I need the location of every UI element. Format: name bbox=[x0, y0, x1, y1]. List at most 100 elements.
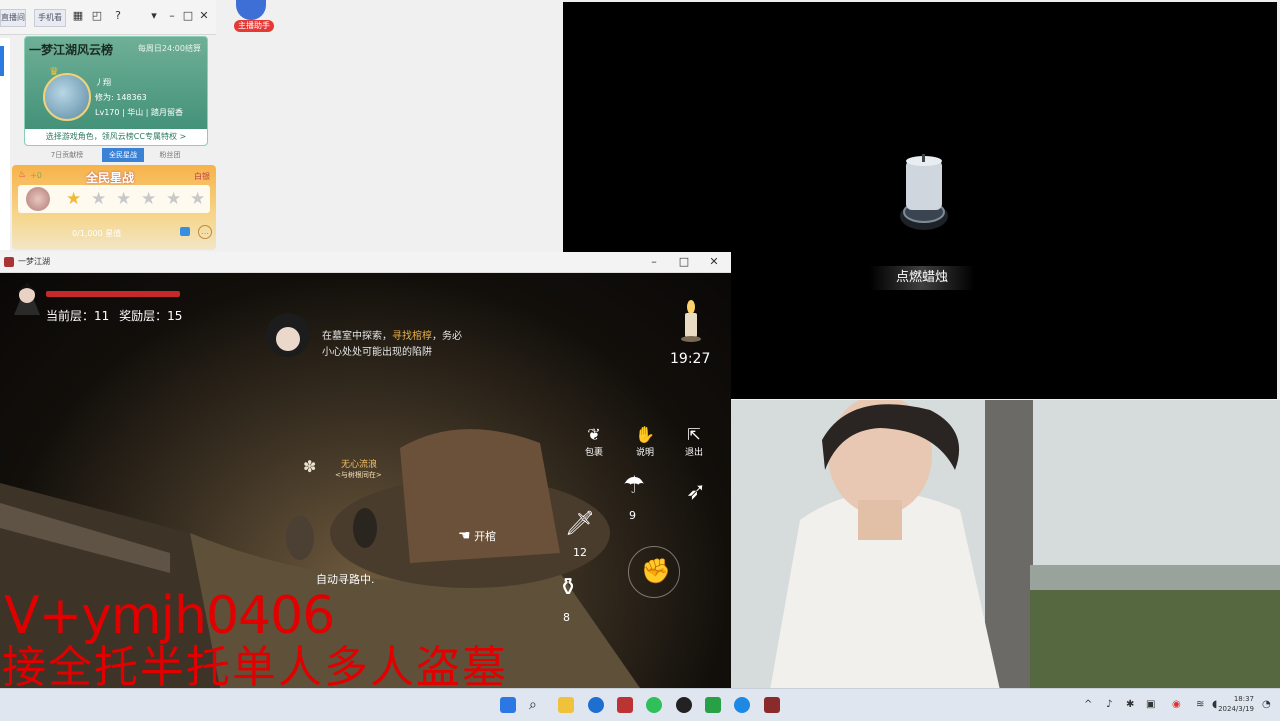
star-battle-title: 全民星战 bbox=[86, 171, 135, 185]
clock-time: 18:37 bbox=[1233, 695, 1254, 703]
cloud-rank-card[interactable]: 一梦江湖风云榜 每周日24:00结算 ♛ 丿翔 修为: 148363 Lv170… bbox=[24, 36, 208, 146]
assistant-label: 主播助手 bbox=[234, 20, 274, 32]
avatar bbox=[43, 73, 91, 121]
tray-app-icon[interactable]: ▣ bbox=[1146, 699, 1155, 710]
player-name: 丿翔 bbox=[95, 78, 111, 87]
rank-tabs: 7日贡献榜 全民星战 粉丝团 bbox=[40, 148, 190, 162]
reward-floor: 奖励层：15 bbox=[119, 309, 183, 323]
hint-suffix: ，务必 bbox=[432, 331, 462, 342]
open-coffin-prompt[interactable]: ☚ 开棺 bbox=[458, 528, 496, 544]
bag-button[interactable]: ❦ 包裹 bbox=[574, 425, 614, 458]
exit-icon: ⇱ bbox=[687, 425, 701, 444]
game-taskbar-icon[interactable] bbox=[617, 697, 633, 713]
close-icon[interactable]: ✕ bbox=[198, 10, 210, 22]
file-explorer-icon[interactable] bbox=[558, 697, 574, 713]
player-guild-sub: <与树根同在> bbox=[335, 471, 382, 479]
assistant-mascot-icon bbox=[236, 0, 266, 20]
antivirus-icon[interactable]: ◉ bbox=[1172, 699, 1181, 710]
kick-skill-button[interactable]: ➶ bbox=[676, 477, 716, 505]
game-titlebar: 一梦江湖 – □ ✕ bbox=[0, 252, 731, 273]
dagger-icon: 🗡 bbox=[564, 509, 596, 537]
current-floor: 当前层：11 bbox=[46, 309, 110, 323]
star-icon: ★ bbox=[116, 189, 132, 209]
select-role-link[interactable]: 选择游戏角色，领风云榜CC专属特权 > bbox=[25, 129, 207, 145]
minimize-icon[interactable]: – bbox=[646, 254, 662, 270]
bag-icon: ❦ bbox=[587, 425, 601, 444]
tab-live-room[interactable]: 直播间 bbox=[0, 9, 26, 27]
star-icon: ★ bbox=[166, 189, 182, 209]
wifi-icon[interactable]: ≋ bbox=[1196, 699, 1204, 710]
game-taskbar-icon-active[interactable] bbox=[764, 697, 780, 713]
attack-button[interactable]: ✊ bbox=[628, 546, 680, 598]
npc-avatar-icon bbox=[266, 313, 310, 357]
watermark-line1: V+ymjh0406 bbox=[4, 586, 335, 646]
countdown-timer: 19:27 bbox=[670, 351, 711, 367]
maximize-icon[interactable]: □ bbox=[182, 10, 194, 22]
open-coffin-label: 开棺 bbox=[474, 530, 497, 543]
bag-label: 包裹 bbox=[584, 448, 603, 458]
hint-highlight: 寻找棺椁 bbox=[392, 331, 432, 342]
volume-icon[interactable]: ◖ bbox=[1212, 699, 1217, 710]
candle-icon[interactable] bbox=[896, 152, 952, 238]
chat-icon[interactable] bbox=[180, 227, 190, 236]
window-icon[interactable]: ◰ bbox=[91, 10, 103, 22]
grid-icon[interactable]: ▦ bbox=[72, 10, 84, 22]
tab-star-battle[interactable]: 全民星战 bbox=[102, 148, 144, 162]
game-app-icon bbox=[4, 257, 14, 267]
tier-label: 白银 bbox=[194, 172, 210, 181]
rank-schedule: 每周日24:00结算 bbox=[137, 44, 201, 53]
player-nameplate: ✽ 无心流浪 <与树根同在> bbox=[303, 455, 399, 483]
maximize-icon[interactable]: □ bbox=[676, 254, 692, 270]
selection-indicator bbox=[0, 46, 4, 76]
player-level: Lv170 | 华山 | 踏月留香 bbox=[95, 108, 184, 117]
minimize-icon[interactable]: – bbox=[166, 10, 178, 22]
search-icon[interactable]: ⌕ bbox=[529, 697, 545, 713]
star-row: ★ ★ ★ ★ ★ ★ bbox=[18, 185, 210, 213]
flame-icon: ♨ bbox=[18, 170, 27, 180]
star-icon: ★ bbox=[66, 189, 82, 209]
health-bar bbox=[46, 291, 180, 297]
notification-icon[interactable]: ◔ bbox=[1262, 699, 1271, 710]
gourd-icon: ⚱ bbox=[557, 573, 579, 601]
avatar bbox=[26, 187, 50, 211]
app-green-icon[interactable] bbox=[646, 697, 662, 713]
system-tray: ^ ♪ ✱ ▣ ◉ ≋ ◖ 18:37 2024/3/19 ◔ bbox=[1080, 689, 1280, 721]
app-chat-icon[interactable] bbox=[705, 697, 721, 713]
gourd-item-button[interactable]: ⚱ bbox=[548, 573, 588, 601]
network-icon[interactable]: ✱ bbox=[1126, 699, 1134, 710]
player-guild-name: 无心流浪 bbox=[341, 460, 378, 470]
more-icon[interactable]: … bbox=[198, 225, 212, 239]
tab-mobile-view[interactable]: 手机看 bbox=[34, 9, 66, 27]
star-progress-text: 0/1,000 星值 bbox=[72, 229, 122, 238]
gourd-count: 8 bbox=[563, 611, 570, 624]
clock[interactable]: 18:37 2024/3/19 bbox=[1218, 694, 1254, 714]
kick-icon: ➶ bbox=[685, 477, 707, 505]
tab-fan-club[interactable]: 粉丝团 bbox=[150, 148, 190, 162]
close-icon[interactable]: ✕ bbox=[706, 254, 722, 270]
light-candle-button[interactable]: 点燃蜡烛 bbox=[870, 266, 974, 290]
info-button[interactable]: ✋ 说明 bbox=[625, 425, 665, 458]
app-dark-icon[interactable] bbox=[676, 697, 692, 713]
quest-hint-line1: 在墓室中探索，寻找棺椁，务必 bbox=[322, 327, 462, 342]
tab-7day-contribution[interactable]: 7日贡献榜 bbox=[40, 148, 94, 162]
exit-button[interactable]: ⇱ 退出 bbox=[674, 425, 714, 458]
umbrella-icon: ☂ bbox=[623, 471, 645, 499]
start-icon[interactable] bbox=[500, 697, 516, 713]
star-icon: ★ bbox=[141, 189, 157, 209]
dropdown-icon[interactable]: ▾ bbox=[148, 10, 160, 22]
assistant-button[interactable]: 主播助手 bbox=[232, 0, 274, 32]
info-label: 说明 bbox=[635, 448, 654, 458]
chevron-up-icon[interactable]: ^ bbox=[1084, 699, 1092, 710]
player-power: 修为: 148363 bbox=[95, 93, 147, 102]
dagger-skill-button[interactable]: 🗡 bbox=[560, 509, 600, 537]
umbrella-skill-button[interactable]: ☂ bbox=[614, 471, 654, 499]
exit-label: 退出 bbox=[684, 448, 703, 458]
help-icon[interactable]: ? bbox=[112, 10, 124, 22]
taskbar: ⌕ ^ ♪ ✱ ▣ ◉ ≋ ◖ 18:37 2024/3/19 ◔ bbox=[0, 688, 1280, 721]
microphone-icon[interactable]: ♪ bbox=[1106, 699, 1112, 710]
rank-title: 一梦江湖风云榜 bbox=[29, 43, 114, 57]
info-icon: ✋ bbox=[635, 425, 655, 444]
game-window-title: 一梦江湖 bbox=[18, 257, 50, 266]
browser-icon[interactable] bbox=[734, 697, 750, 713]
app-k-icon[interactable] bbox=[588, 697, 604, 713]
